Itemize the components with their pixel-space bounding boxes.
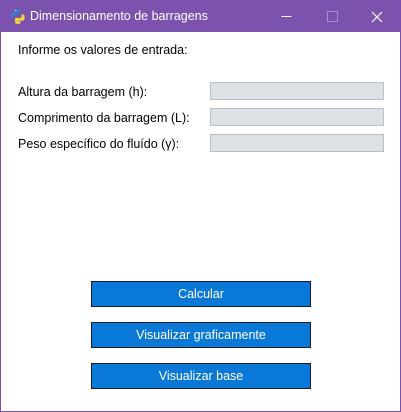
length-label: Comprimento da barragem (L):	[18, 111, 190, 125]
specific-weight-input[interactable]	[210, 134, 384, 152]
form-area: Informe os valores de entrada: Altura da…	[1, 32, 400, 411]
python-icon	[10, 9, 25, 24]
close-icon	[371, 11, 383, 22]
window-title: Dimensionamento de barragens	[30, 9, 208, 23]
title-bar[interactable]: Dimensionamento de barragens	[1, 1, 400, 32]
visualize-base-button[interactable]: Visualizar base	[91, 363, 311, 389]
minimize-button[interactable]	[263, 1, 309, 32]
maximize-icon	[326, 11, 338, 22]
length-input[interactable]	[210, 108, 384, 126]
height-input[interactable]	[210, 82, 384, 100]
input-prompt: Informe os valores de entrada:	[18, 43, 188, 57]
close-button[interactable]	[354, 1, 400, 32]
minimize-icon	[281, 16, 291, 17]
height-label: Altura da barragem (h):	[18, 85, 148, 99]
maximize-button[interactable]	[309, 1, 355, 32]
visualize-graph-button[interactable]: Visualizar graficamente	[91, 322, 311, 348]
specific-weight-label: Peso específico do fluído (γ):	[18, 137, 180, 151]
app-window: Dimensionamento de barragens Informe os …	[0, 0, 401, 412]
calculate-button[interactable]: Calcular	[91, 281, 311, 307]
